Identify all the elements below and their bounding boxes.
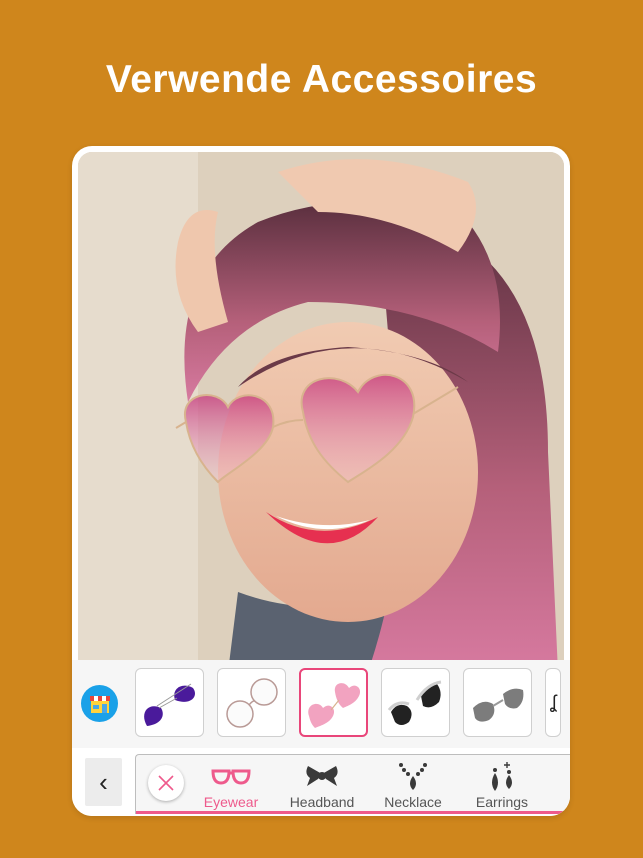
accessory-partial[interactable]: ʆ — [545, 668, 561, 737]
headline: Verwende Accessoires — [105, 58, 538, 101]
accessory-tray: ʆ — [72, 660, 570, 748]
glasses-icon — [211, 769, 251, 785]
store-button[interactable] — [81, 685, 118, 722]
tab-eyewear[interactable]: Eyewear — [190, 761, 272, 811]
accessory-pink-heart[interactable] — [299, 668, 368, 737]
accessory-round-clear[interactable] — [217, 668, 286, 737]
tab-label: Eyewear — [203, 794, 259, 810]
category-tabbar: ‹ Eyewear Headband Necklace Earrings — [72, 748, 570, 816]
category-tabs: Eyewear Headband Necklace Earrings — [135, 754, 570, 814]
gray-cat-eye-icon — [472, 688, 523, 722]
tab-label: Earrings — [475, 794, 529, 810]
jeweled-cat-eye-icon — [387, 680, 441, 725]
tab-label: Headband — [289, 794, 355, 810]
earrings-icon — [492, 762, 512, 791]
accessory-gray-cat-eye[interactable] — [463, 668, 532, 737]
back-button[interactable]: ‹ — [85, 758, 122, 806]
accessory-list: ʆ — [135, 668, 561, 740]
clear-accessory-button[interactable] — [148, 765, 184, 801]
store-icon — [89, 695, 110, 713]
bow-icon — [306, 766, 338, 786]
round-clear-glasses-icon — [225, 677, 278, 728]
purple-aviator-icon — [143, 683, 195, 726]
tab-necklace[interactable]: Necklace — [372, 761, 454, 811]
accessory-jeweled-cat-eye[interactable] — [381, 668, 450, 737]
necklace-icon — [399, 763, 427, 790]
portrait-illustration — [78, 152, 564, 664]
tabs-underline — [136, 811, 570, 814]
tab-earrings[interactable]: Earrings — [461, 761, 543, 811]
accessory-purple-aviator[interactable] — [135, 668, 204, 737]
close-icon — [158, 775, 174, 791]
pink-heart-sunglasses-icon — [307, 682, 360, 728]
tab-headband[interactable]: Headband — [281, 761, 363, 811]
phone-screen: ʆ ‹ Eyewear Headband Necklace Earrings — [72, 146, 570, 816]
photo-preview — [78, 152, 564, 664]
tab-label: Necklace — [384, 794, 442, 810]
